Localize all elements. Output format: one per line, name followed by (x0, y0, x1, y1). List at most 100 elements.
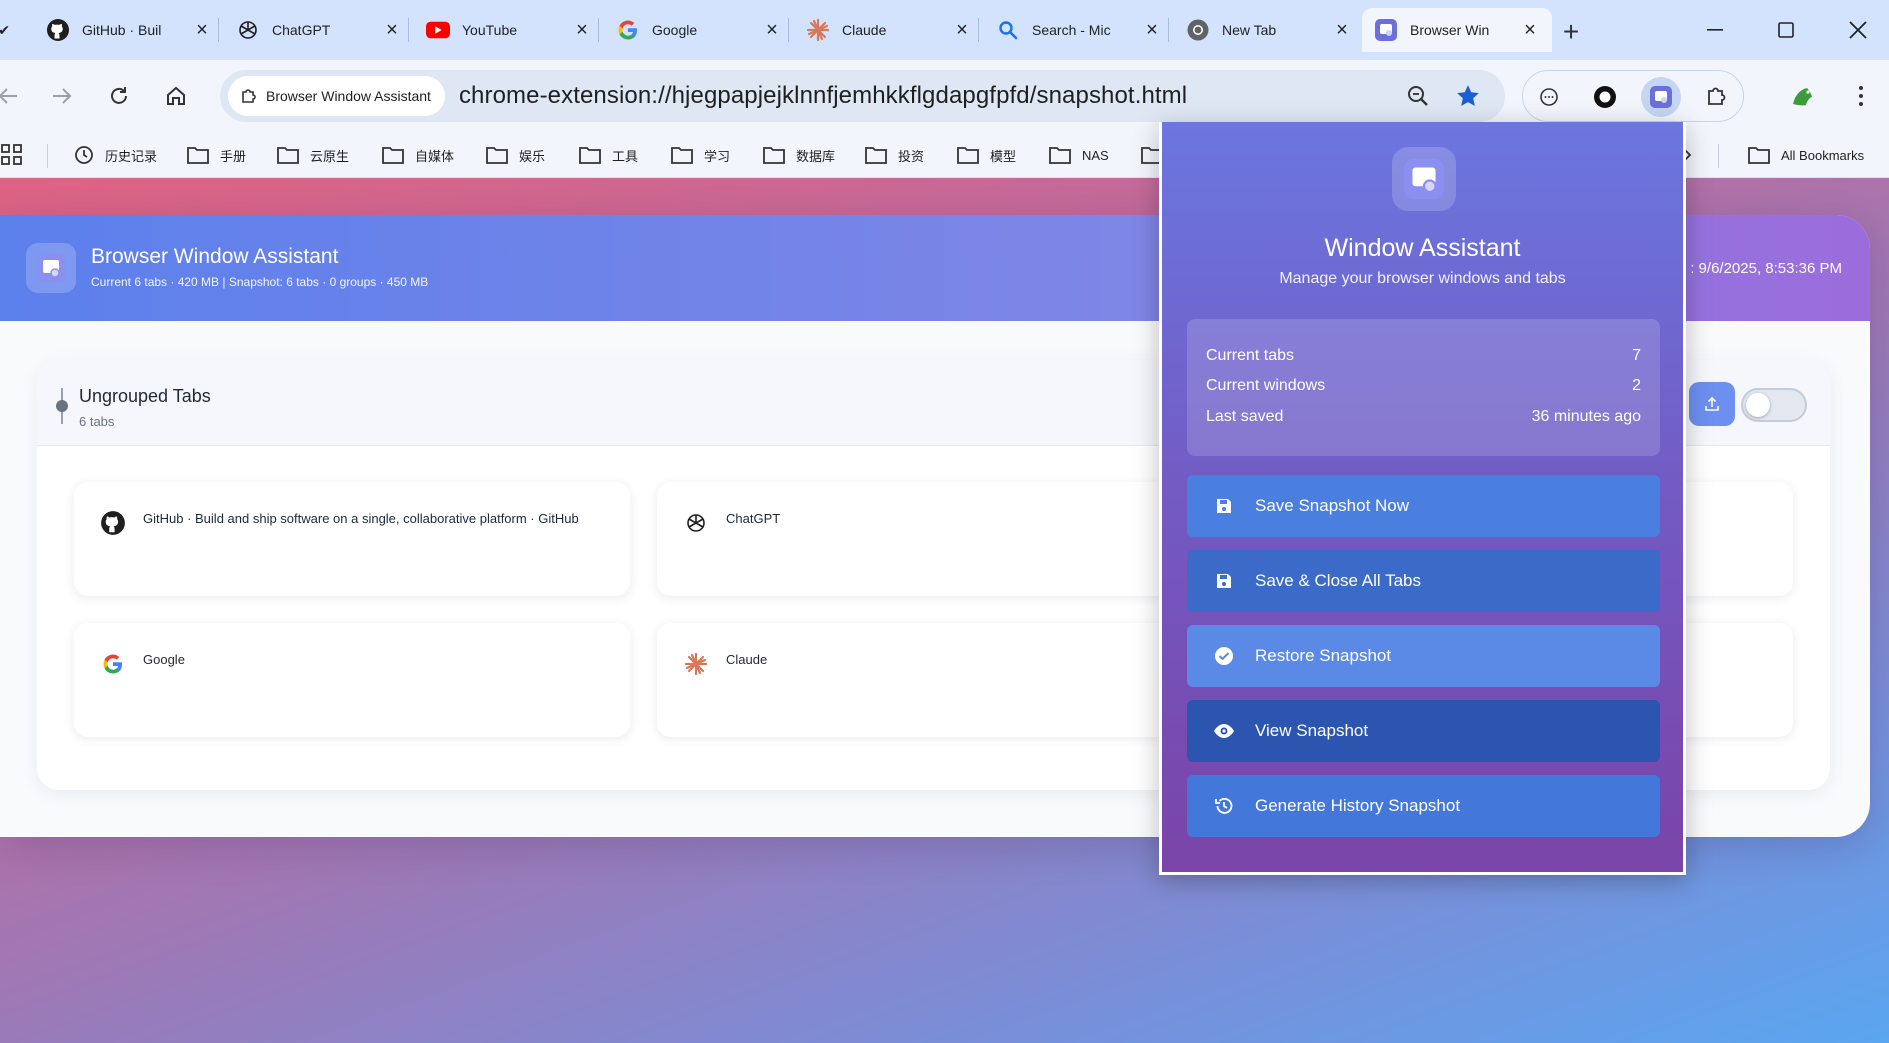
close-icon[interactable]: × (760, 18, 784, 42)
tab-chatgpt[interactable]: ChatGPT × (224, 8, 414, 52)
tab-browser-window-assistant[interactable]: Browser Win × (1362, 8, 1552, 52)
close-icon[interactable]: × (1140, 18, 1164, 42)
tab-title: New Tab (1222, 22, 1277, 38)
bookmarks-divider (47, 144, 48, 168)
generate-history-snapshot-button[interactable]: Generate History Snapshot (1187, 775, 1660, 837)
close-icon[interactable]: × (950, 18, 974, 42)
stat-current-tabs: Current tabs 7 (1206, 347, 1641, 365)
tab-separator (218, 18, 219, 42)
home-button[interactable] (158, 78, 194, 114)
tab-google[interactable]: Google × (604, 8, 794, 52)
tab-strip: ✔ GitHub · Buil × ChatGPT × YouTube × Go… (0, 0, 1889, 60)
minimize-button[interactable] (1695, 14, 1735, 46)
stat-value: 36 minutes ago (1531, 408, 1641, 425)
extensions-puzzle-icon[interactable] (1697, 77, 1737, 117)
apps-grid-icon[interactable] (0, 142, 24, 168)
checkmark-icon: ✔ (0, 21, 10, 38)
app-logo-icon (26, 243, 76, 293)
bookmark-folder[interactable]: 数据库 (762, 142, 835, 168)
tab-card-chatgpt[interactable]: ChatGPT (657, 482, 1213, 596)
bookmark-label: 娱乐 (519, 148, 546, 164)
folder-icon (670, 145, 694, 165)
window-assistant-logo-icon (1392, 147, 1456, 211)
bookmark-star-icon[interactable] (1452, 80, 1484, 112)
close-icon[interactable]: × (570, 18, 594, 42)
chat-icon[interactable] (1529, 77, 1569, 117)
bookmark-folder[interactable]: 娱乐 (485, 142, 545, 168)
folder-icon (578, 145, 602, 165)
forward-button[interactable] (44, 78, 80, 114)
bookmark-folder[interactable]: 工具 (578, 142, 638, 168)
tab-github[interactable]: GitHub · Buil × (34, 8, 224, 52)
reload-button[interactable] (101, 78, 137, 114)
tab-new-tab[interactable]: New Tab × (1174, 8, 1364, 52)
folder-icon (186, 145, 210, 165)
tab-title: ChatGPT (272, 22, 331, 38)
tab-card-title: Google (143, 652, 185, 667)
tab-title: Google (652, 22, 698, 38)
save-icon (1213, 570, 1235, 592)
bookmark-folder[interactable]: NAS (1048, 142, 1109, 168)
bookmark-label: 工具 (612, 148, 639, 164)
bookmark-label: 自媒体 (415, 148, 455, 164)
profile-avatar-icon[interactable] (1785, 78, 1821, 114)
close-icon[interactable]: × (380, 18, 404, 42)
zoom-icon[interactable] (1402, 80, 1434, 112)
popup-subtitle: Manage your browser windows and tabs (1279, 270, 1566, 287)
tab-youtube[interactable]: YouTube × (414, 8, 604, 52)
tab-overflow[interactable]: ✔ (0, 8, 20, 52)
tab-card-google[interactable]: Google (74, 623, 630, 737)
url-text[interactable]: chrome-extension://hjegpapjejklnnfjemhkk… (459, 82, 1187, 110)
tab-separator (598, 18, 599, 42)
maximize-button[interactable] (1766, 14, 1806, 46)
site-info-chip[interactable]: Browser Window Assistant (228, 76, 445, 116)
restore-snapshot-button[interactable]: Restore Snapshot (1187, 625, 1660, 687)
close-icon[interactable]: × (1518, 18, 1542, 42)
close-window-button[interactable] (1838, 14, 1878, 46)
save-snapshot-button[interactable]: Save Snapshot Now (1187, 475, 1660, 537)
bookmark-folder[interactable]: 模型 (956, 142, 1016, 168)
address-bar[interactable]: Browser Window Assistant chrome-extensio… (220, 70, 1505, 122)
bookmark-label: 模型 (990, 148, 1017, 164)
close-icon[interactable]: × (190, 18, 214, 42)
google-icon (616, 18, 640, 42)
bookmark-history[interactable]: 历史记录 (73, 142, 157, 168)
button-label: Restore Snapshot (1255, 646, 1392, 665)
chatgpt-icon (683, 510, 709, 536)
tab-search[interactable]: Search - Mic × (984, 8, 1174, 52)
new-tab-button[interactable]: + (1553, 14, 1589, 50)
tab-separator (408, 18, 409, 42)
save-icon (1213, 495, 1235, 517)
record-icon[interactable] (1585, 77, 1625, 117)
view-snapshot-button[interactable]: View Snapshot (1187, 700, 1660, 762)
close-icon[interactable]: × (1330, 18, 1354, 42)
folder-icon (1747, 145, 1771, 165)
button-label: Generate History Snapshot (1255, 796, 1461, 815)
group-color-dot (56, 400, 68, 412)
tab-claude[interactable]: Claude × (794, 8, 984, 52)
group-toggle[interactable] (1741, 388, 1807, 422)
bookmark-label: 云原生 (310, 148, 350, 164)
save-close-all-tabs-button[interactable]: Save & Close All Tabs (1187, 550, 1660, 612)
bookmark-folder[interactable]: 投资 (864, 142, 924, 168)
history-icon (73, 144, 95, 166)
back-button[interactable] (0, 78, 26, 114)
more-menu-icon[interactable] (1843, 78, 1879, 114)
group-count: 6 tabs (79, 414, 115, 429)
export-button[interactable] (1689, 382, 1735, 426)
github-icon (100, 510, 126, 536)
bookmark-folder[interactable]: 学习 (670, 142, 730, 168)
tab-card-claude[interactable]: Claude (657, 623, 1213, 737)
bookmark-label: All Bookmarks (1781, 147, 1865, 163)
all-bookmarks-folder[interactable]: All Bookmarks (1747, 142, 1864, 168)
stat-label: Current windows (1206, 377, 1326, 394)
bookmark-folder[interactable]: 云原生 (276, 142, 349, 168)
tab-card-github[interactable]: GitHub · Build and ship software on a si… (74, 482, 630, 596)
page-subtitle: Current 6 tabs · 420 MB | Snapshot: 6 ta… (91, 275, 429, 289)
bookmark-folder[interactable]: 自媒体 (381, 142, 454, 168)
bookmark-folder[interactable]: 手册 (186, 142, 246, 168)
window-assistant-extension-icon[interactable] (1641, 77, 1681, 117)
bookmark-label: 投资 (898, 148, 925, 164)
bookmark-label: 历史记录 (105, 148, 158, 164)
eye-icon (1213, 720, 1235, 742)
